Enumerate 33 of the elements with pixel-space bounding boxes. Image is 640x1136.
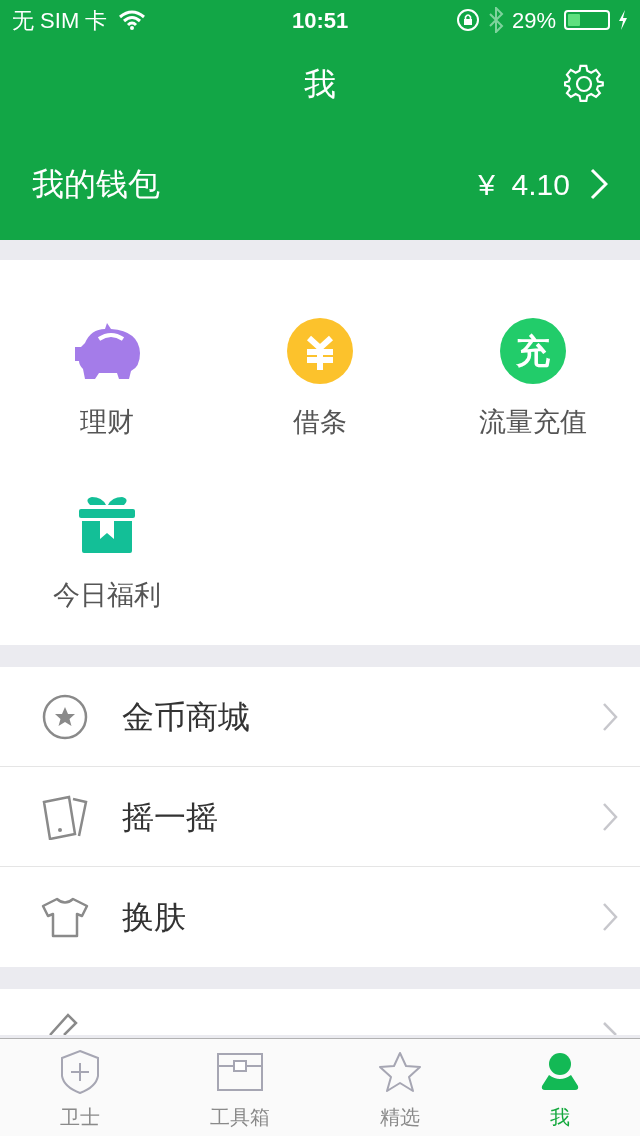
- chevron-right-icon: [602, 902, 618, 932]
- phones-icon: [41, 793, 89, 840]
- toolbox-icon: [217, 1053, 263, 1091]
- star-coin-icon: [42, 693, 88, 740]
- rotation-lock-icon: [455, 8, 480, 32]
- service-item[interactable]: 充 流量充值: [426, 318, 640, 443]
- bluetooth-icon: [487, 7, 504, 33]
- battery-percent: 29%: [511, 6, 556, 35]
- chevron-right-icon: [602, 801, 618, 832]
- carrier-text: 无 SIM 卡: [12, 6, 108, 35]
- top-up-icon: 充: [500, 318, 567, 384]
- shield-icon: [59, 1049, 101, 1095]
- service-item[interactable]: 借条: [213, 318, 427, 443]
- person-icon: [541, 1053, 579, 1091]
- menu-row[interactable]: 摇一摇: [0, 767, 640, 867]
- menu-row[interactable]: 换肤: [0, 867, 640, 967]
- piggy-bank-icon: [72, 321, 141, 381]
- charging-icon: [618, 10, 628, 30]
- settings-icon[interactable]: [564, 64, 604, 104]
- star-icon: [378, 1051, 422, 1093]
- menu-row[interactable]: 金币商城: [0, 667, 640, 767]
- chevron-right-icon: [590, 168, 608, 200]
- chevron-right-icon: [602, 701, 618, 732]
- t-shirt-icon: [40, 896, 90, 938]
- clock-text: 10:51: [292, 6, 349, 35]
- wifi-icon: [119, 10, 146, 30]
- yuan-coin-icon: [287, 318, 353, 384]
- battery-icon: [564, 10, 610, 30]
- service-item[interactable]: 理财: [0, 318, 214, 443]
- service-item[interactable]: 今日福利: [0, 490, 214, 615]
- gift-icon: [77, 494, 136, 553]
- chevron-right-icon: [602, 1021, 618, 1035]
- page-title: 我: [304, 65, 336, 104]
